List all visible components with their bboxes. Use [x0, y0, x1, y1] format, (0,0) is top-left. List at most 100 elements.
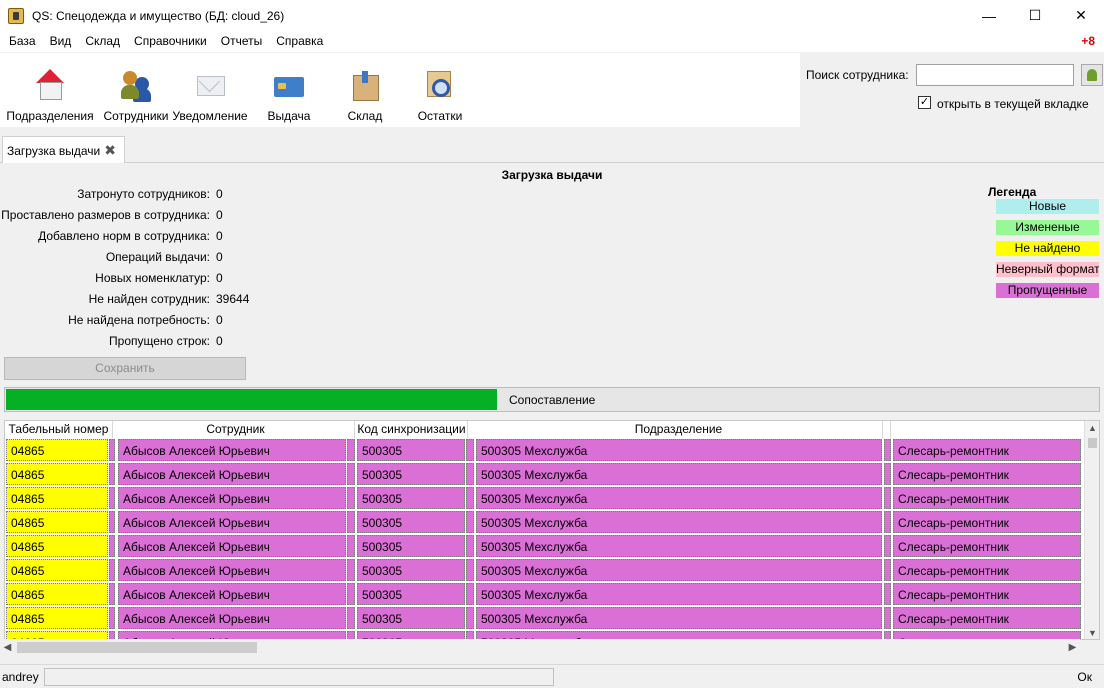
toolbar-notification-button[interactable]: Уведомление	[172, 53, 248, 127]
table-cell[interactable]: 04865	[6, 511, 108, 533]
table-cell[interactable]: 500305	[357, 607, 465, 629]
table-cell[interactable]: 04865	[6, 463, 108, 485]
table-cell[interactable]: 500305 Мехслужба	[476, 607, 882, 629]
table-cell[interactable]: Абысов Алексей Юрьевич	[118, 559, 346, 581]
table-cell[interactable]: Абысов Алексей Юрьевич	[118, 583, 346, 605]
toolbar-label: Выдача	[267, 109, 311, 123]
menu-bar: База Вид Склад Справочники Отчеты Справк…	[0, 31, 1104, 52]
stat-value: 0	[216, 187, 223, 201]
table-cell[interactable]: 500305	[357, 463, 465, 485]
vertical-scroll-thumb[interactable]	[1088, 438, 1097, 448]
table-row[interactable]: 04865 Абысов Алексей Юрьевич 500305 500305 …	[5, 462, 1085, 486]
menu-baza[interactable]: База	[0, 31, 43, 52]
table-row[interactable]: 04865 Абысов Алексей Юрьевич 500305 500305 …	[5, 534, 1085, 558]
close-button[interactable]: ✕	[1058, 0, 1104, 31]
tab-upload-issue[interactable]: Загрузка выдачи ✖	[2, 136, 125, 164]
toolbar-issue-button[interactable]: Выдача	[248, 53, 330, 127]
stat-label: Не найден сотрудник:	[88, 292, 210, 306]
table-cell[interactable]: 500305 Мехслужба	[476, 439, 882, 461]
menu-otchety[interactable]: Отчеты	[214, 31, 269, 52]
table-narrow-cell	[347, 439, 355, 461]
toolbar-warehouse-button[interactable]: Склад	[330, 53, 400, 127]
scroll-down-arrow-icon[interactable]: ▼	[1085, 626, 1099, 639]
column-header-tab-number[interactable]: Табельный номер	[5, 421, 113, 438]
menu-spravochniki[interactable]: Справочники	[127, 31, 214, 52]
table-cell[interactable]: Слесарь-ремонтник	[893, 463, 1081, 485]
column-header-employee[interactable]: Сотрудник	[117, 421, 355, 438]
close-tab-icon[interactable]: ✖	[104, 142, 116, 159]
table-cell[interactable]: 500305	[357, 439, 465, 461]
toolbar-stock-button[interactable]: Остатки	[400, 53, 480, 127]
table-cell[interactable]: Слесарь-ремонтник	[893, 511, 1081, 533]
employee-search-input[interactable]	[916, 64, 1074, 86]
table-cell[interactable]: Слесарь-ремонтник	[893, 607, 1081, 629]
table-cell[interactable]: Слесарь-ремонтник	[893, 487, 1081, 509]
table-cell[interactable]: 500305 Мехслужба	[476, 583, 882, 605]
table-cell[interactable]: Абысов Алексей Юрьевич	[118, 511, 346, 533]
table-cell[interactable]: 500305	[357, 535, 465, 557]
table-cell[interactable]: 500305 Мехслужба	[476, 511, 882, 533]
open-in-tab-checkbox[interactable]: ✓	[918, 96, 931, 109]
stat-value: 0	[216, 229, 223, 243]
table-cell[interactable]: Абысов Алексей Юрьевич	[118, 487, 346, 509]
scroll-right-arrow-icon[interactable]: ▶	[1065, 639, 1080, 656]
horizontal-scrollbar[interactable]: ◀ ▶	[0, 639, 1080, 656]
column-header-department[interactable]: Подразделение	[475, 421, 883, 438]
toolbar-employees-button[interactable]: Сотрудники	[100, 53, 172, 127]
column-header-position[interactable]	[892, 421, 1085, 438]
menu-spravka[interactable]: Справка	[269, 31, 330, 52]
stat-row: Добавлено норм в сотрудника: 0	[0, 229, 250, 245]
table-row[interactable]: 04865 Абысов Алексей Юрьевич 500305 500305 …	[5, 582, 1085, 606]
table-cell[interactable]: 04865	[6, 439, 108, 461]
table-row[interactable]: 04865 Абысов Алексей Юрьевич 500305 500305 …	[5, 486, 1085, 510]
horizontal-scroll-thumb[interactable]	[17, 642, 257, 653]
toolbar-label: Сотрудники	[103, 109, 169, 123]
save-button[interactable]: Сохранить	[4, 357, 246, 380]
notification-badge[interactable]: +8	[1081, 31, 1095, 52]
table-cell[interactable]: 04865	[6, 487, 108, 509]
stat-row: Не найден сотрудник: 39644	[0, 292, 250, 308]
table-cell[interactable]: Слесарь-ремонтник	[893, 535, 1081, 557]
table-cell[interactable]: 04865	[6, 535, 108, 557]
table-row[interactable]: 04865 Абысов Алексей Юрьевич 500305 500305 …	[5, 558, 1085, 582]
app-window: QS: Спецодежда и имущество (БД: cloud_26…	[0, 0, 1104, 688]
table-row[interactable]: 04865 Абысов Алексей Юрьевич 500305 500305 …	[5, 438, 1085, 462]
table-cell[interactable]: Абысов Алексей Юрьевич	[118, 607, 346, 629]
table-cell[interactable]: Абысов Алексей Юрьевич	[118, 463, 346, 485]
table-cell[interactable]: Слесарь-ремонтник	[893, 583, 1081, 605]
table-cell[interactable]: 500305 Мехслужба	[476, 535, 882, 557]
table-cell[interactable]: Слесарь-ремонтник	[893, 559, 1081, 581]
table-cell[interactable]: Абысов Алексей Юрьевич	[118, 535, 346, 557]
search-button[interactable]	[1081, 64, 1103, 86]
table-cell[interactable]: 04865	[6, 559, 108, 581]
data-table[interactable]: Табельный номер Сотрудник Код синхрониза…	[4, 420, 1100, 640]
table-cell[interactable]: 04865	[6, 607, 108, 629]
column-header-narrow[interactable]	[883, 421, 891, 438]
table-cell[interactable]: 500305	[357, 559, 465, 581]
scroll-up-arrow-icon[interactable]: ▲	[1085, 421, 1099, 436]
table-cell[interactable]: 500305	[357, 583, 465, 605]
table-cell[interactable]: 500305	[357, 511, 465, 533]
table-narrow-cell	[884, 583, 891, 605]
table-cell[interactable]: 500305	[357, 487, 465, 509]
menu-vid[interactable]: Вид	[43, 31, 79, 52]
table-cell[interactable]: 500305 Мехслужба	[476, 463, 882, 485]
table-row[interactable]: 04865 Абысов Алексей Юрьевич 500305 500305 …	[5, 606, 1085, 630]
table-cell[interactable]: Абысов Алексей Юрьевич	[118, 439, 346, 461]
table-cell[interactable]: 04865	[6, 583, 108, 605]
toolbar-departments-button[interactable]: Подразделения	[0, 53, 100, 127]
table-narrow-cell	[109, 559, 115, 581]
table-cell[interactable]: 500305 Мехслужба	[476, 487, 882, 509]
table-narrow-cell	[109, 583, 115, 605]
minimize-button[interactable]: —	[966, 0, 1012, 31]
vertical-scrollbar[interactable]: ▲ ▼	[1084, 421, 1099, 639]
maximize-button[interactable]: ☐	[1012, 0, 1058, 31]
scroll-left-arrow-icon[interactable]: ◀	[0, 639, 15, 656]
toolbar-label: Остатки	[417, 109, 463, 123]
menu-sklad[interactable]: Склад	[78, 31, 127, 52]
table-cell[interactable]: Слесарь-ремонтник	[893, 439, 1081, 461]
table-row[interactable]: 04865 Абысов Алексей Юрьевич 500305 500305 …	[5, 510, 1085, 534]
table-cell[interactable]: 500305 Мехслужба	[476, 559, 882, 581]
column-header-sync-code[interactable]: Код синхронизации	[356, 421, 468, 438]
stat-row: Новых номенклатур: 0	[0, 271, 250, 287]
